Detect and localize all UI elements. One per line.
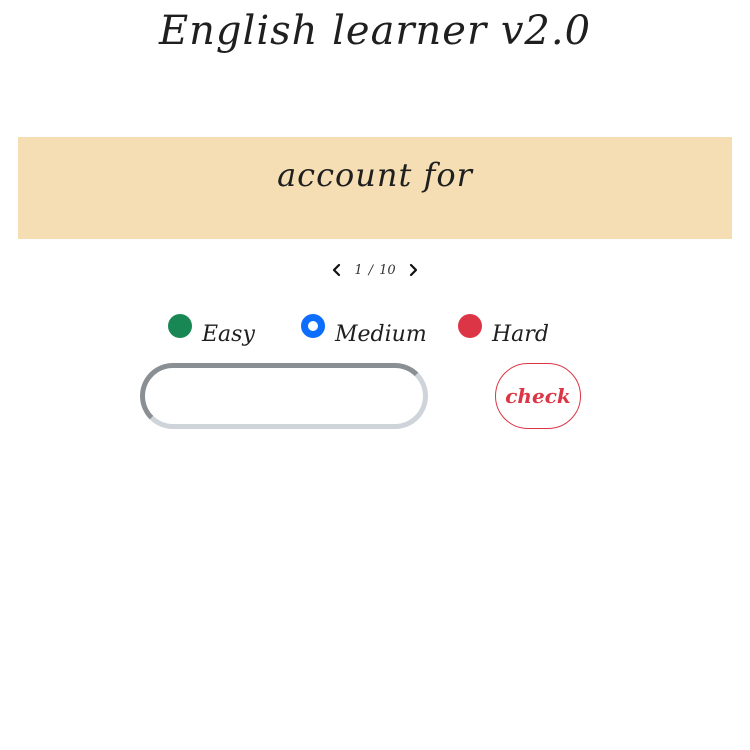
app-title: English learner v2.0 (158, 8, 592, 54)
difficulty-label-hard: Hard (492, 322, 549, 347)
radio-medium[interactable] (301, 313, 325, 338)
app-page: English learner v2.0 account for 1 / 10 … (0, 0, 750, 750)
check-button[interactable]: check (495, 363, 581, 429)
pager: 1 / 10 (0, 258, 750, 282)
difficulty-selector: Easy Medium Hard (0, 313, 750, 350)
difficulty-option-medium[interactable]: Medium (301, 313, 427, 347)
previous-button[interactable] (328, 258, 346, 282)
difficulty-label-easy: Easy (202, 322, 255, 347)
difficulty-option-easy[interactable]: Easy (168, 313, 255, 347)
word-text: account for (277, 156, 473, 194)
radio-hard[interactable] (458, 313, 482, 338)
page-current: 1 (354, 262, 363, 278)
word-card: account for (18, 137, 732, 239)
radio-easy[interactable] (168, 313, 192, 338)
page-total: 10 (379, 262, 396, 278)
difficulty-label-medium: Medium (335, 322, 427, 347)
page-indicator: 1 / 10 (354, 263, 395, 278)
answer-input[interactable] (140, 363, 428, 429)
chevron-right-icon (409, 263, 417, 277)
chevron-left-icon (333, 263, 341, 277)
page-separator: / (368, 262, 374, 278)
difficulty-option-hard[interactable]: Hard (458, 313, 549, 347)
next-button[interactable] (404, 258, 422, 282)
